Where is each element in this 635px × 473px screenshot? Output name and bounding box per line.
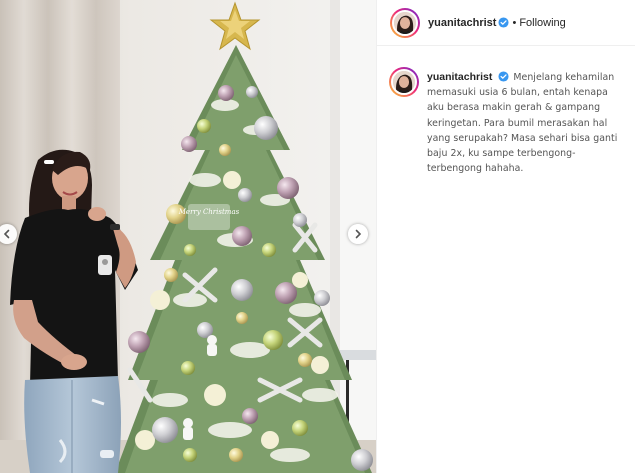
post-header: yuanitachrist • Following bbox=[377, 0, 635, 46]
caption-username[interactable]: yuanitachrist bbox=[427, 71, 492, 83]
header-separator: • bbox=[512, 17, 517, 29]
avatar-photo bbox=[393, 71, 415, 93]
caption-text: Menjelang kehamilan memasuki usia 6 bula… bbox=[427, 72, 618, 175]
avatar-photo bbox=[394, 12, 416, 34]
chevron-right-icon bbox=[355, 229, 362, 239]
post-photo[interactable]: Merry Christmas bbox=[0, 0, 376, 473]
caption-body: yuanitachrist Menjelang kehamilan memasuk… bbox=[427, 70, 627, 176]
chevron-left-icon bbox=[3, 229, 10, 239]
following-button[interactable]: Following bbox=[519, 17, 565, 29]
post-author-username[interactable]: yuanitachrist bbox=[428, 17, 496, 29]
caption-avatar[interactable] bbox=[389, 67, 419, 97]
ornament-text-top: Merry Christmas bbox=[178, 208, 240, 216]
carousel-next-button[interactable] bbox=[348, 224, 368, 244]
verified-badge-icon bbox=[498, 71, 509, 82]
avatar[interactable] bbox=[390, 8, 420, 38]
verified-badge-icon bbox=[498, 17, 510, 28]
post-side-panel: yuanitachrist • Following yuanitachrist Men… bbox=[376, 0, 635, 473]
post-photo-pane[interactable]: Merry Christmas bbox=[0, 0, 376, 473]
